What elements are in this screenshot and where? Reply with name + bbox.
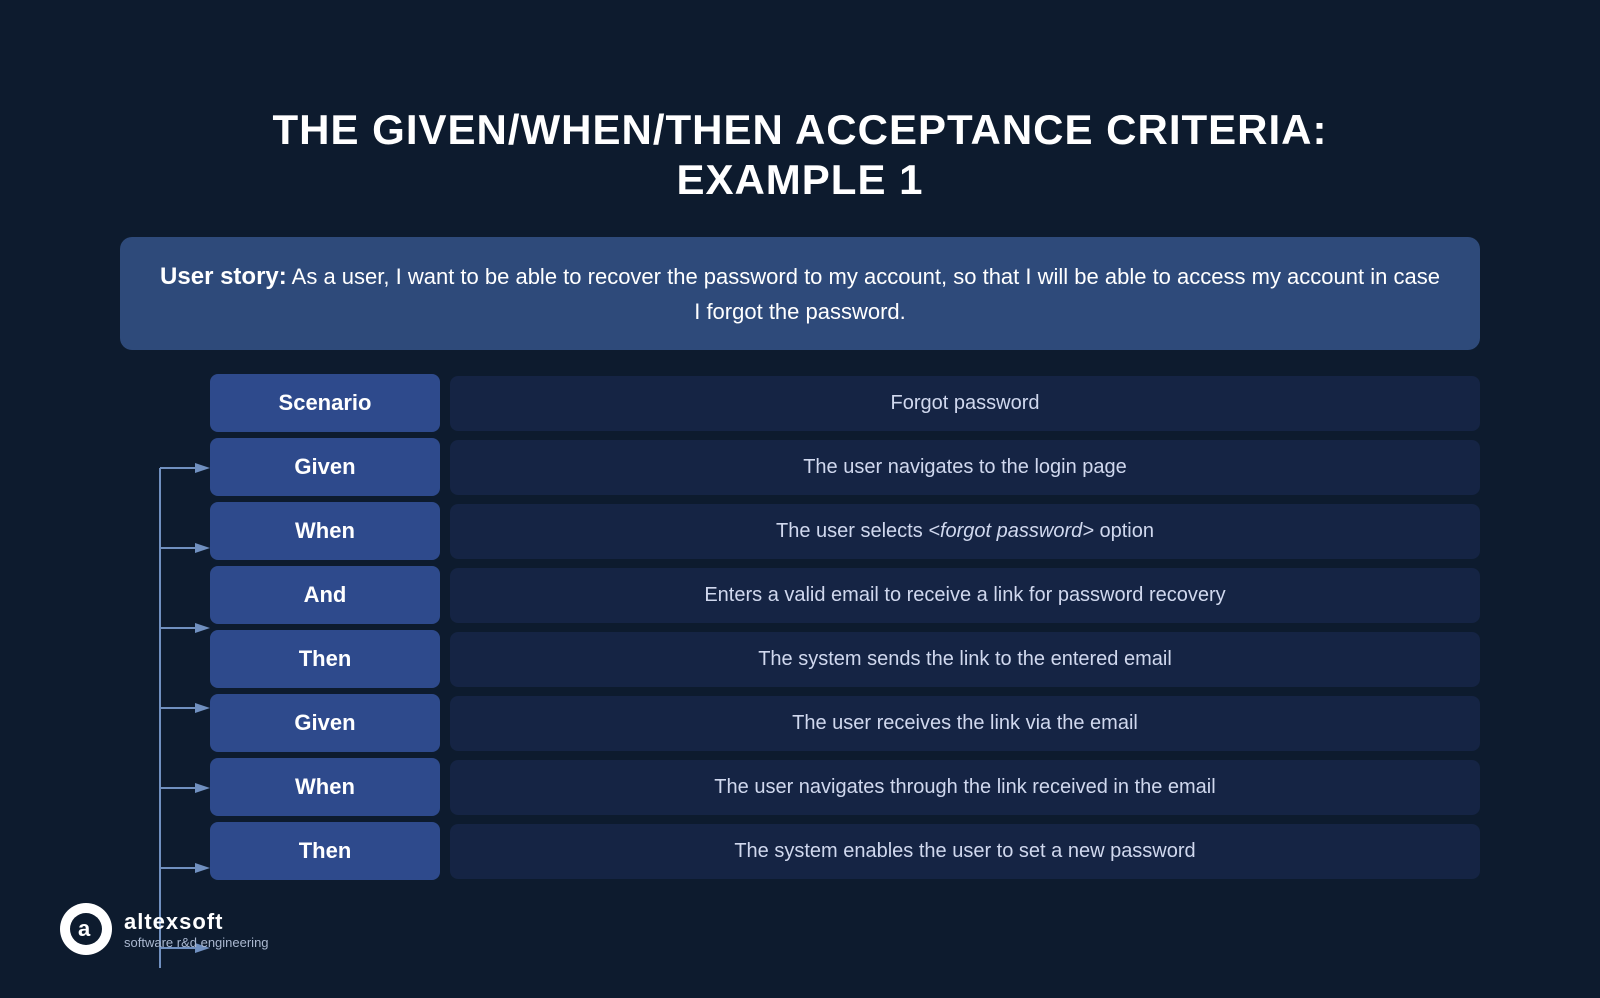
keyword-then-1: Then [210, 630, 440, 688]
bracket-container [120, 438, 210, 880]
logo-name: altexsoft [124, 909, 269, 935]
keyword-given-2: Given [210, 694, 440, 752]
description-given-2: The user receives the link via the email [450, 696, 1480, 751]
description-and: Enters a valid email to receive a link f… [450, 568, 1480, 623]
description-when-1: The user selects <forgot password> optio… [450, 504, 1480, 559]
user-story-box: User story: As a user, I want to be able… [120, 237, 1480, 350]
table-row: Then The system sends the link to the en… [210, 630, 1480, 688]
table-row: When The user selects <forgot password> … [210, 502, 1480, 560]
criteria-table: Scenario Forgot password [120, 374, 1480, 880]
description-when-2: The user navigates through the link rece… [450, 760, 1480, 815]
svg-text:a: a [78, 916, 91, 941]
keyword-when-2: When [210, 758, 440, 816]
table-row: Given The user navigates to the login pa… [210, 438, 1480, 496]
table-row: Given The user receives the link via the… [210, 694, 1480, 752]
scenario-value: Forgot password [450, 376, 1480, 431]
logo-subtitle: software r&d engineering [124, 935, 269, 950]
description-given-1: The user navigates to the login page [450, 440, 1480, 495]
logo-area: a altexsoft software r&d engineering [60, 903, 269, 955]
description-then-1: The system sends the link to the entered… [450, 632, 1480, 687]
description-then-2: The system enables the user to set a new… [450, 824, 1480, 879]
page-title: THE GIVEN/WHEN/THEN ACCEPTANCE CRITERIA:… [272, 105, 1327, 206]
table-row: And Enters a valid email to receive a li… [210, 566, 1480, 624]
keyword-when-1: When [210, 502, 440, 560]
logo-icon: a [60, 903, 112, 955]
table-row: Then The system enables the user to set … [210, 822, 1480, 880]
user-story-label: User story: [160, 263, 287, 290]
scenario-row: Scenario Forgot password [120, 374, 1480, 432]
user-story-text: As a user, I want to be able to recover … [292, 264, 1440, 324]
logo-text: altexsoft software r&d engineering [124, 909, 269, 950]
criteria-rows: Given The user navigates to the login pa… [120, 438, 1480, 880]
keyword-and: And [210, 566, 440, 624]
rows-right: Given The user navigates to the login pa… [210, 438, 1480, 880]
keyword-then-2: Then [210, 822, 440, 880]
scenario-keyword: Scenario [210, 374, 440, 432]
table-row: When The user navigates through the link… [210, 758, 1480, 816]
keyword-given-1: Given [210, 438, 440, 496]
